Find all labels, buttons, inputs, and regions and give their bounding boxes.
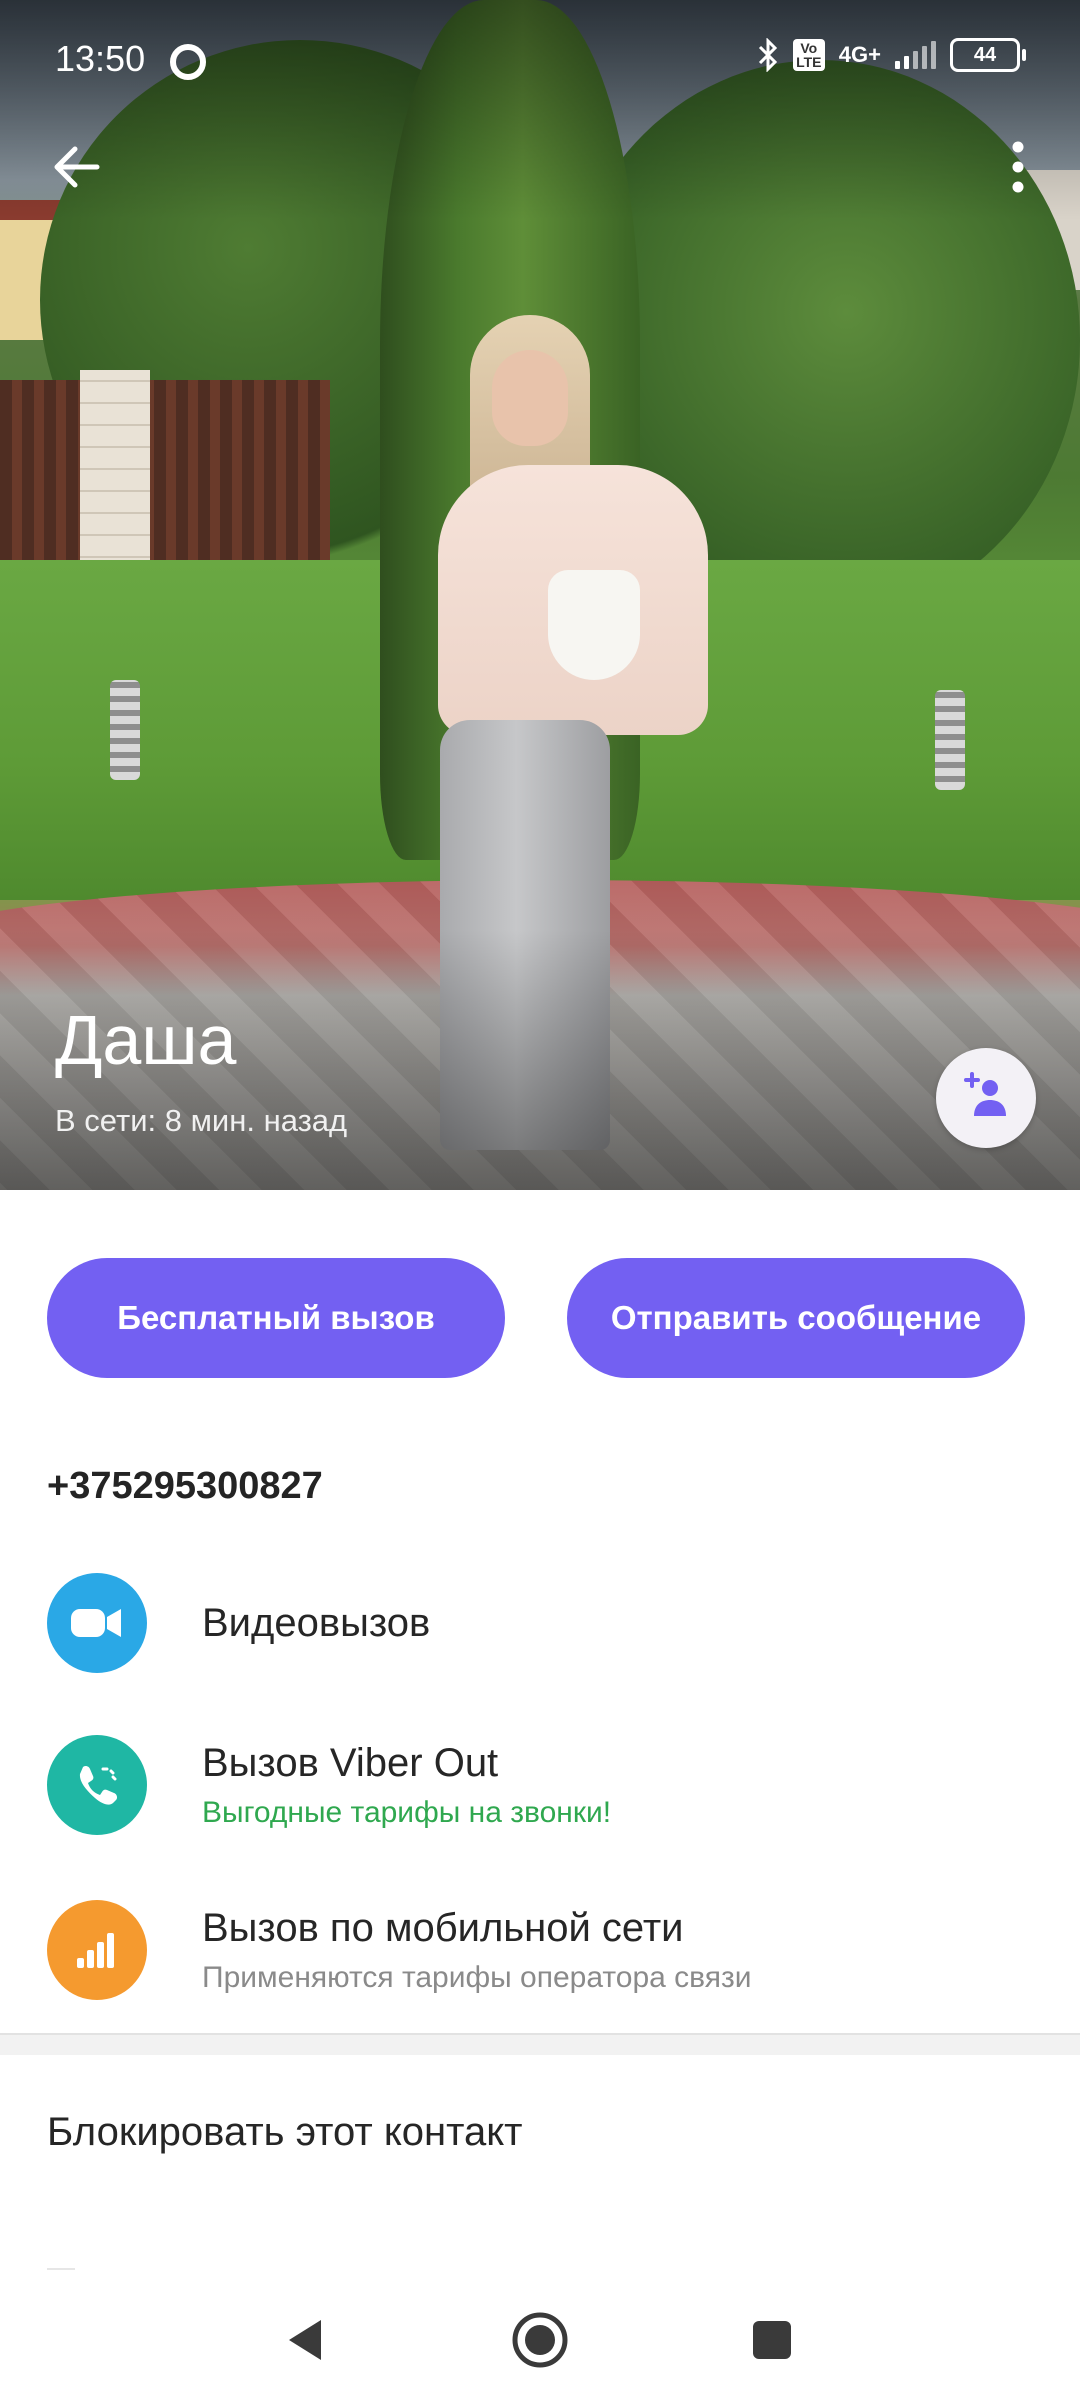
video-call-icon-circle bbox=[47, 1573, 147, 1673]
list-continuation-line bbox=[47, 2268, 75, 2270]
mobile-call-text: Вызов по мобильной сети Применяются тари… bbox=[202, 1906, 752, 1995]
add-person-icon bbox=[964, 1072, 1006, 1116]
square-recent-icon bbox=[753, 2321, 791, 2359]
system-navigation-bar bbox=[0, 2280, 1080, 2400]
viber-out-text: Вызов Viber Out Выгодные тарифы на звонк… bbox=[202, 1741, 611, 1830]
nav-home-button[interactable] bbox=[510, 2310, 570, 2370]
viber-out-subtitle: Выгодные тарифы на звонки! bbox=[202, 1795, 612, 1829]
more-vertical-icon bbox=[1012, 141, 1024, 193]
viber-out-title: Вызов Viber Out bbox=[202, 1740, 499, 1785]
bluetooth-icon bbox=[758, 38, 777, 72]
section-divider bbox=[0, 2033, 1080, 2055]
photo-lamp bbox=[935, 690, 965, 790]
mobile-call-item[interactable]: Вызов по мобильной сети Применяются тари… bbox=[47, 1900, 1047, 2000]
video-camera-icon bbox=[71, 1609, 121, 1637]
back-button[interactable] bbox=[45, 135, 109, 199]
signal-icon bbox=[895, 41, 936, 69]
mobile-call-icon-circle bbox=[47, 1900, 147, 2000]
photo-person-face bbox=[492, 350, 568, 446]
status-bar: 13:50 Vo LTE 4G+ 44 bbox=[0, 0, 1080, 120]
mobile-call-title: Вызов по мобильной сети bbox=[202, 1905, 684, 1950]
photo-person-bag bbox=[548, 570, 640, 680]
contact-name: Даша bbox=[55, 1001, 237, 1079]
more-options-button[interactable] bbox=[986, 135, 1050, 199]
signal-bars-icon bbox=[77, 1933, 114, 1968]
viber-out-call-item[interactable]: Вызов Viber Out Выгодные тарифы на звонк… bbox=[47, 1735, 1047, 1835]
nav-back-button[interactable] bbox=[275, 2310, 335, 2370]
phone-number[interactable]: +375295300827 bbox=[47, 1465, 323, 1508]
arrow-left-icon bbox=[54, 146, 100, 188]
status-time: 13:50 bbox=[55, 38, 146, 79]
network-type: 4G+ bbox=[838, 42, 881, 67]
mobile-call-subtitle: Применяются тарифы оператора связи bbox=[202, 1960, 752, 1994]
free-call-button[interactable]: Бесплатный вызов bbox=[47, 1258, 505, 1378]
photo-lamp bbox=[110, 680, 140, 780]
battery-icon: 44 bbox=[950, 38, 1026, 72]
primary-actions: Бесплатный вызов Отправить сообщение bbox=[47, 1258, 1025, 1378]
block-contact-button[interactable]: Блокировать этот контакт bbox=[47, 2110, 523, 2155]
record-indicator-icon bbox=[170, 44, 206, 80]
phone-icon bbox=[79, 1765, 118, 1805]
status-icons: Vo LTE 4G+ 44 bbox=[757, 38, 1026, 72]
nav-recent-button[interactable] bbox=[742, 2310, 802, 2370]
circle-home-icon bbox=[512, 2312, 568, 2368]
viber-out-icon-circle bbox=[47, 1735, 147, 1835]
video-call-item[interactable]: Видеовызов bbox=[47, 1573, 1047, 1673]
add-contact-button[interactable] bbox=[936, 1048, 1036, 1148]
video-call-title: Видеовызов bbox=[202, 1600, 431, 1645]
volte-icon: Vo LTE bbox=[792, 39, 825, 71]
triangle-back-icon bbox=[289, 2320, 321, 2360]
last-seen-status: В сети: 8 мин. назад bbox=[55, 1103, 348, 1138]
video-call-text: Видеовызов bbox=[202, 1601, 430, 1646]
send-message-button[interactable]: Отправить сообщение bbox=[567, 1258, 1025, 1378]
